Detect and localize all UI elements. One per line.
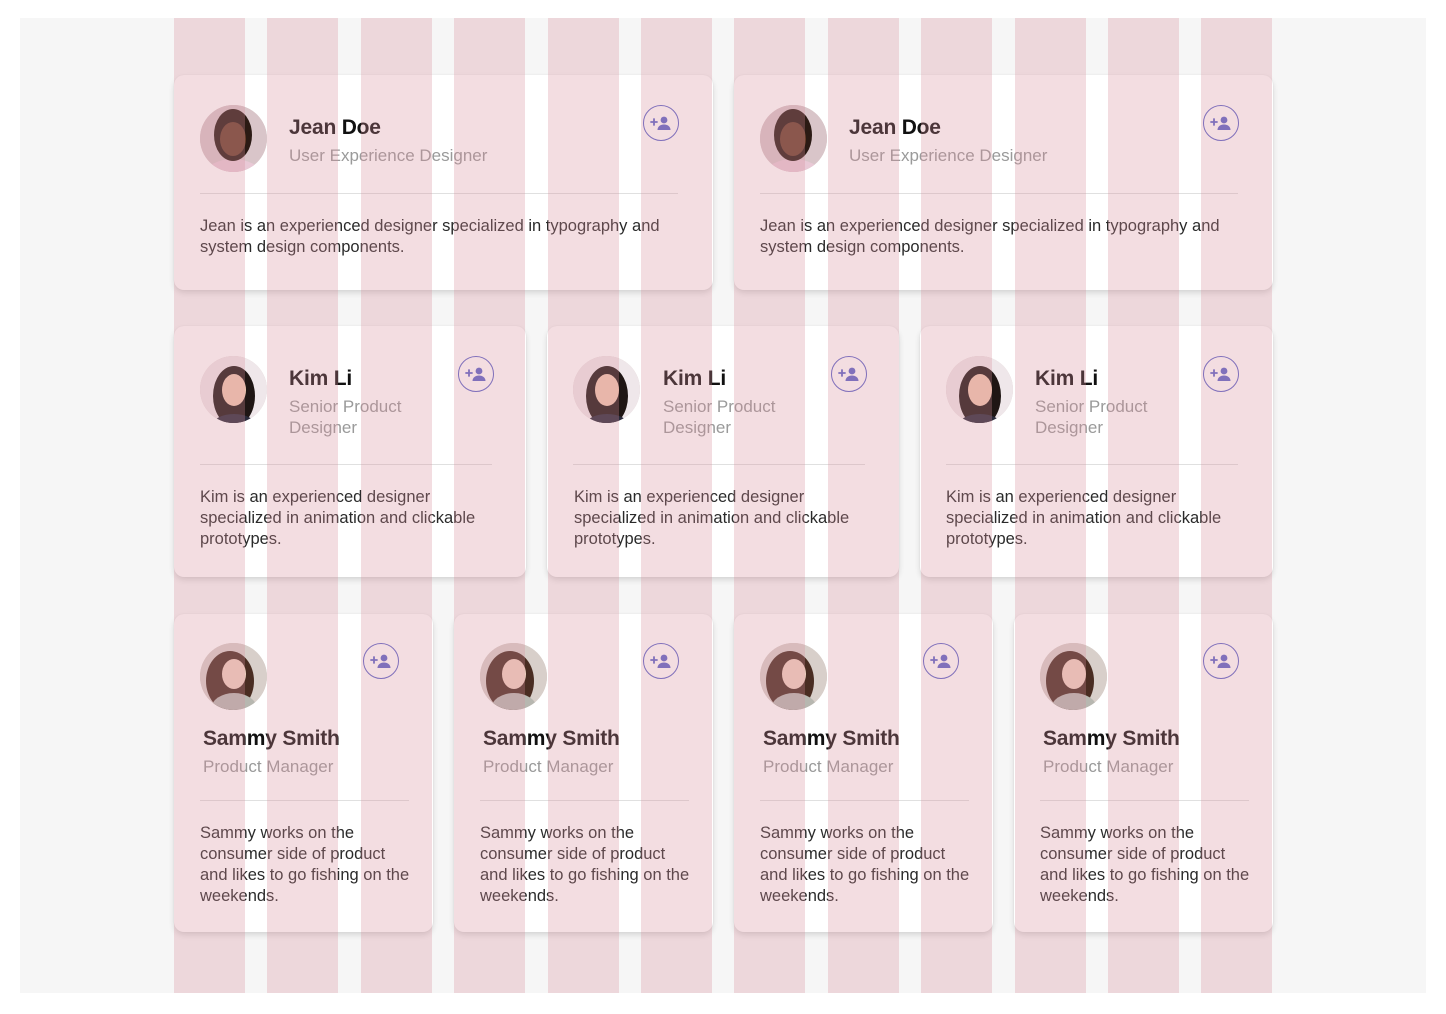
person-add-icon xyxy=(370,654,391,668)
profile-bio: Sammy works on the consumer side of prod… xyxy=(200,824,410,905)
profile-name: Sammy Smith xyxy=(763,727,900,750)
person-add-icon xyxy=(1210,654,1231,668)
profile-name: Kim Li xyxy=(289,367,352,390)
profile-name: Jean Doe xyxy=(289,116,381,139)
avatar xyxy=(480,643,547,710)
add-contact-button[interactable] xyxy=(831,356,867,392)
divider xyxy=(760,800,969,801)
profile-role: Product Manager xyxy=(1043,757,1174,776)
profile-bio: Sammy works on the consumer side of prod… xyxy=(760,824,970,905)
profile-name: Sammy Smith xyxy=(483,727,620,750)
divider xyxy=(760,193,1238,194)
profile-bio: Kim is an experienced designer specializ… xyxy=(946,488,1222,548)
profile-name: Kim Li xyxy=(1035,367,1098,390)
profile-bio: Kim is an experienced designer specializ… xyxy=(574,488,850,548)
profile-card-kim-3: Kim Li Senior Product Designer Kim is an… xyxy=(920,326,1273,577)
profile-role: User Experience Designer xyxy=(289,146,488,165)
avatar xyxy=(573,356,640,423)
profile-card-sammy-3: Sammy Smith Product Manager Sammy works … xyxy=(734,614,993,932)
person-add-icon xyxy=(1210,367,1231,381)
add-contact-button[interactable] xyxy=(643,105,679,141)
divider xyxy=(946,464,1238,465)
profile-name: Kim Li xyxy=(663,367,726,390)
profile-role: Product Manager xyxy=(483,757,614,776)
add-contact-button[interactable] xyxy=(1203,643,1239,679)
add-contact-button[interactable] xyxy=(643,643,679,679)
avatar xyxy=(760,105,827,172)
add-contact-button[interactable] xyxy=(1203,105,1239,141)
profile-role: Product Manager xyxy=(763,757,894,776)
profile-role: Senior Product Designer xyxy=(289,397,402,437)
divider xyxy=(200,800,409,801)
profile-bio: Sammy works on the consumer side of prod… xyxy=(1040,824,1250,905)
profile-card-sammy-4: Sammy Smith Product Manager Sammy works … xyxy=(1014,614,1273,932)
profile-role: Product Manager xyxy=(203,757,334,776)
profile-card-kim-2: Kim Li Senior Product Designer Kim is an… xyxy=(547,326,899,577)
person-add-icon xyxy=(650,116,671,130)
divider xyxy=(573,464,865,465)
person-add-icon xyxy=(1210,116,1231,130)
divider xyxy=(480,800,689,801)
profile-card-kim-1: Kim Li Senior Product Designer Kim is an… xyxy=(174,326,526,577)
profile-card-jean-2: Jean Doe User Experience Designer Jean i… xyxy=(734,75,1273,290)
divider xyxy=(200,193,678,194)
add-contact-button[interactable] xyxy=(923,643,959,679)
profile-bio: Jean is an experienced designer speciali… xyxy=(760,217,1220,256)
avatar xyxy=(760,643,827,710)
divider xyxy=(200,464,492,465)
add-contact-button[interactable] xyxy=(1203,356,1239,392)
profile-role: User Experience Designer xyxy=(849,146,1048,165)
profile-card-sammy-1: Sammy Smith Product Manager Sammy works … xyxy=(174,614,433,932)
profile-bio: Sammy works on the consumer side of prod… xyxy=(480,824,690,905)
avatar xyxy=(200,105,267,172)
profile-bio: Kim is an experienced designer specializ… xyxy=(200,488,476,548)
person-add-icon xyxy=(838,367,859,381)
profile-card-jean-1: Jean Doe User Experience Designer Jean i… xyxy=(174,75,713,290)
profile-name: Jean Doe xyxy=(849,116,941,139)
avatar xyxy=(946,356,1013,423)
divider xyxy=(1040,800,1249,801)
add-contact-button[interactable] xyxy=(363,643,399,679)
profile-role: Senior Product Designer xyxy=(663,397,776,437)
profile-name: Sammy Smith xyxy=(203,727,340,750)
person-add-icon xyxy=(650,654,671,668)
person-add-icon xyxy=(930,654,951,668)
profile-name: Sammy Smith xyxy=(1043,727,1180,750)
avatar xyxy=(200,356,267,423)
add-contact-button[interactable] xyxy=(458,356,494,392)
person-add-icon xyxy=(465,367,486,381)
avatar xyxy=(200,643,267,710)
avatar xyxy=(1040,643,1107,710)
profile-card-sammy-2: Sammy Smith Product Manager Sammy works … xyxy=(454,614,713,932)
profile-role: Senior Product Designer xyxy=(1035,397,1148,437)
profile-bio: Jean is an experienced designer speciali… xyxy=(200,217,660,256)
